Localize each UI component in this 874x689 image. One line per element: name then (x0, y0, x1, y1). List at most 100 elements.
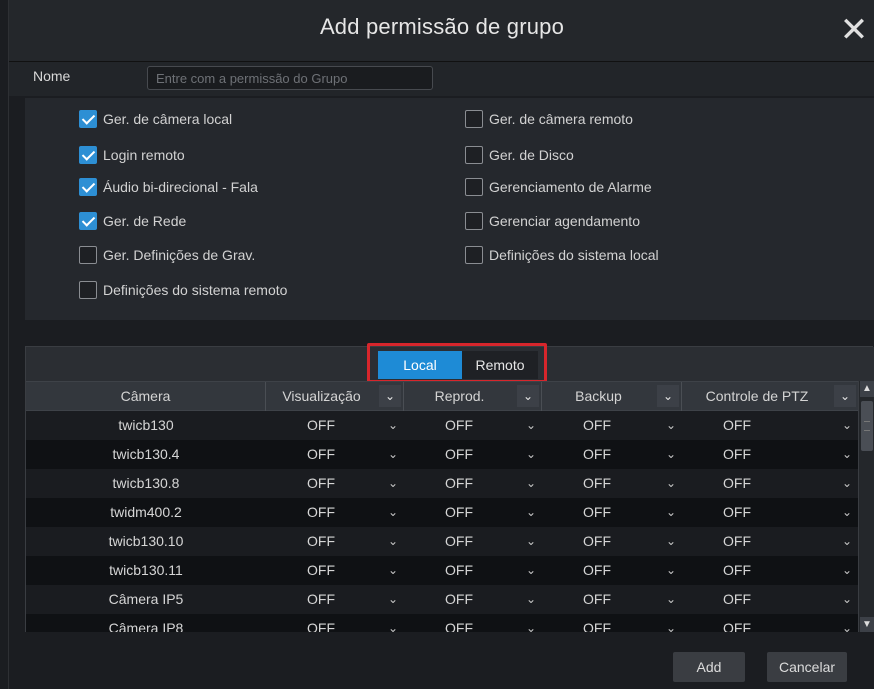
permission-select[interactable]: OFF ⌄ (266, 527, 404, 556)
checkbox-unchecked[interactable] (465, 178, 483, 196)
column-header-visualizacao[interactable]: Visualização ⌄ (266, 382, 404, 411)
checkbox-checked[interactable] (79, 178, 97, 196)
permission-select[interactable]: OFF ⌄ (404, 585, 542, 614)
checkbox-unchecked[interactable] (79, 281, 97, 299)
permission-value: OFF (583, 591, 611, 607)
permission-select[interactable]: OFF ⌄ (404, 498, 542, 527)
chevron-down-icon: ⌄ (387, 621, 398, 633)
checkbox-unchecked[interactable] (79, 246, 97, 264)
group-name-input[interactable] (147, 66, 433, 90)
permission-select[interactable]: OFF ⌄ (404, 469, 542, 498)
checkbox-checked[interactable] (79, 110, 97, 128)
column-header-camera: Câmera (26, 382, 266, 411)
permission-select[interactable]: OFF ⌄ (682, 556, 858, 585)
close-icon[interactable]: ✕ (837, 10, 871, 50)
permission-select[interactable]: OFF ⌄ (266, 585, 404, 614)
permission-value: OFF (583, 562, 611, 578)
chevron-down-icon: ⌄ (841, 476, 852, 490)
perm-definicoes-sistema-local[interactable]: Definições do sistema local (465, 244, 659, 266)
checkbox-unchecked[interactable] (465, 246, 483, 264)
chevron-down-icon[interactable]: ⌄ (657, 385, 679, 407)
permission-select[interactable]: OFF ⌄ (682, 469, 858, 498)
permission-value: OFF (307, 446, 335, 462)
scroll-down-icon[interactable]: ▼ (860, 617, 874, 633)
permission-select[interactable]: OFF ⌄ (266, 498, 404, 527)
table-row: twicb130.8 OFF ⌄ OFF ⌄ OFF ⌄ OFF ⌄ (26, 469, 858, 498)
permission-select[interactable]: OFF ⌄ (404, 556, 542, 585)
checkbox-checked[interactable] (79, 212, 97, 230)
chevron-down-icon: ⌄ (525, 447, 536, 461)
perm-ger-rede[interactable]: Ger. de Rede (79, 210, 186, 232)
chevron-down-icon: ⌄ (525, 621, 536, 633)
camera-name-cell: twicb130.10 (108, 533, 184, 549)
permission-select[interactable]: OFF ⌄ (682, 614, 858, 633)
permission-select[interactable]: OFF ⌄ (542, 585, 682, 614)
perm-ger-camera-remoto[interactable]: Ger. de câmera remoto (465, 108, 633, 130)
perm-label: Áudio bi-direcional - Fala (103, 179, 258, 195)
table-row: Câmera IP5 OFF ⌄ OFF ⌄ OFF ⌄ OFF ⌄ (26, 585, 858, 614)
permission-select[interactable]: OFF ⌄ (542, 440, 682, 469)
perm-gerenciamento-alarme[interactable]: Gerenciamento de Alarme (465, 176, 652, 198)
permission-value: OFF (445, 475, 473, 491)
permission-select[interactable]: OFF ⌄ (266, 440, 404, 469)
permission-select[interactable]: OFF ⌄ (266, 469, 404, 498)
scroll-up-icon[interactable]: ▲ (860, 381, 874, 397)
chevron-down-icon[interactable]: ⌄ (379, 385, 401, 407)
permission-select[interactable]: OFF ⌄ (542, 498, 682, 527)
add-button[interactable]: Add (673, 652, 745, 682)
permission-select[interactable]: OFF ⌄ (682, 527, 858, 556)
permission-value: OFF (723, 620, 751, 633)
scrollbar-thumb[interactable] (861, 401, 873, 451)
column-header-reprod[interactable]: Reprod. ⌄ (404, 382, 542, 411)
permission-select[interactable]: OFF ⌄ (682, 585, 858, 614)
chevron-down-icon: ⌄ (387, 592, 398, 606)
permission-value: OFF (445, 591, 473, 607)
chevron-down-icon[interactable]: ⌄ (517, 385, 539, 407)
perm-label: Ger. Definições de Grav. (103, 247, 256, 263)
permission-select[interactable]: OFF ⌄ (682, 440, 858, 469)
permission-select[interactable]: OFF ⌄ (266, 614, 404, 633)
table-scrollbar[interactable]: ▲ ▼ (858, 381, 874, 633)
permission-select[interactable]: OFF ⌄ (542, 527, 682, 556)
perm-ger-definicoes-grav[interactable]: Ger. Definições de Grav. (79, 244, 255, 266)
permission-select[interactable]: OFF ⌄ (404, 527, 542, 556)
permission-select[interactable]: OFF ⌄ (542, 411, 682, 440)
permission-select[interactable]: OFF ⌄ (542, 469, 682, 498)
perm-ger-disco[interactable]: Ger. de Disco (465, 144, 574, 166)
chevron-down-icon[interactable]: ⌄ (834, 385, 856, 407)
permission-select[interactable]: OFF ⌄ (404, 440, 542, 469)
perm-ger-camera-local[interactable]: Ger. de câmera local (79, 108, 232, 130)
camera-name-cell: twidm400.2 (110, 504, 182, 520)
column-header-backup[interactable]: Backup ⌄ (542, 382, 682, 411)
chevron-down-icon: ⌄ (665, 534, 676, 548)
permission-select[interactable]: OFF ⌄ (682, 411, 858, 440)
permission-value: OFF (445, 620, 473, 633)
perm-login-remoto[interactable]: Login remoto (79, 144, 185, 166)
permission-select[interactable]: OFF ⌄ (404, 614, 542, 633)
permission-select[interactable]: OFF ⌄ (542, 556, 682, 585)
checkbox-checked[interactable] (79, 146, 97, 164)
permission-value: OFF (583, 475, 611, 491)
permission-select[interactable]: OFF ⌄ (404, 411, 542, 440)
perm-definicoes-sistema-remoto[interactable]: Definições do sistema remoto (79, 279, 287, 301)
perm-label: Gerenciar agendamento (489, 213, 640, 229)
camera-permissions-table: Local Remoto Câmera Visualização ⌄ Repro… (25, 343, 874, 633)
perm-gerenciar-agendamento[interactable]: Gerenciar agendamento (465, 210, 640, 232)
permission-value: OFF (723, 591, 751, 607)
permission-select[interactable]: OFF ⌄ (266, 556, 404, 585)
perm-audio-bidirecional[interactable]: Áudio bi-direcional - Fala (79, 176, 258, 198)
permission-value: OFF (445, 504, 473, 520)
cancel-button[interactable]: Cancelar (767, 652, 847, 682)
permission-select[interactable]: OFF ⌄ (542, 614, 682, 633)
checkbox-unchecked[interactable] (465, 212, 483, 230)
camera-name-cell: twicb130 (118, 417, 174, 433)
perm-label: Ger. de Rede (103, 213, 187, 229)
permission-select[interactable]: OFF ⌄ (682, 498, 858, 527)
checkbox-unchecked[interactable] (465, 146, 483, 164)
permission-select[interactable]: OFF ⌄ (266, 411, 404, 440)
chevron-down-icon: ⌄ (387, 534, 398, 548)
checkbox-unchecked[interactable] (465, 110, 483, 128)
column-header-controle-ptz[interactable]: Controle de PTZ ⌄ (682, 382, 858, 411)
perm-label: Definições do sistema remoto (103, 282, 288, 298)
chevron-down-icon: ⌄ (525, 476, 536, 490)
